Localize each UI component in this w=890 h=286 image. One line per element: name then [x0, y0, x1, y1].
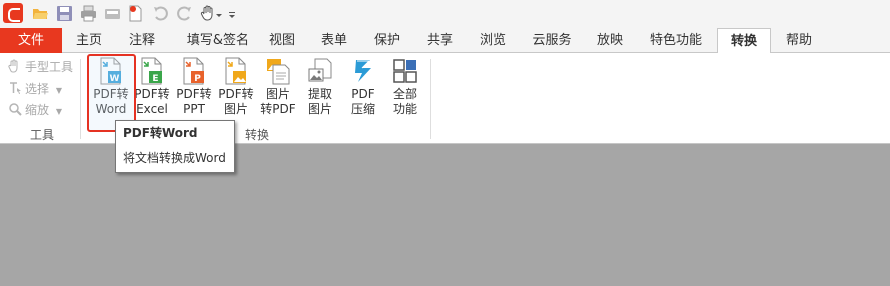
select-tool-label: 选择 [25, 82, 50, 96]
zoom-tool-label: 缩放 [25, 103, 50, 117]
save-icon[interactable] [56, 5, 73, 22]
tools-group-label: 工具 [30, 128, 55, 142]
menu-form[interactable]: 表单 [311, 28, 357, 53]
compress-icon [350, 57, 376, 85]
print-icon[interactable] [80, 5, 97, 22]
group-divider [80, 59, 81, 139]
pdf-to-excel-label-1: PDF转 [134, 87, 170, 101]
pdf-to-image-label-2: 图片 [223, 102, 248, 116]
menu-features[interactable]: 特色功能 [641, 28, 711, 53]
grid-icon [392, 57, 418, 85]
pdf-compress-label-1: PDF [351, 87, 375, 101]
pdf-to-ppt-icon: P [181, 57, 207, 85]
menu-cloud[interactable]: 云服务 [526, 28, 578, 53]
menu-home[interactable]: 主页 [66, 28, 112, 53]
menu-protect[interactable]: 保护 [364, 28, 410, 53]
pdf-to-image-label-1: PDF转 [218, 87, 254, 101]
menu-share[interactable]: 共享 [417, 28, 463, 53]
extract-images-button[interactable]: 提取 图片 [302, 57, 338, 117]
convert-group-label: 转换 [245, 128, 270, 142]
open-folder-icon[interactable] [32, 5, 49, 22]
menu-bar: 文件 主页 注释 填写&签名 视图 表单 保护 共享 浏览 云服务 放映 特色功… [0, 28, 890, 54]
redo-icon[interactable] [176, 5, 193, 22]
pdf-to-excel-label-2: Excel [136, 102, 168, 116]
menu-comment[interactable]: 注释 [117, 28, 167, 53]
all-functions-label-1: 全部 [392, 87, 417, 101]
scan-icon[interactable] [104, 5, 121, 22]
menu-view[interactable]: 视图 [260, 28, 304, 53]
quick-access-toolbar [0, 0, 890, 28]
chevron-down-icon: ▼ [55, 107, 62, 116]
pdf-to-excel-button[interactable]: E PDF转 Excel [134, 57, 170, 117]
image-to-pdf-label-1: 图片 [265, 87, 290, 101]
pdf-to-image-icon [223, 57, 249, 85]
tooltip-title: PDF转Word [123, 126, 198, 140]
menu-file[interactable]: 文件 [0, 28, 62, 53]
menu-fill-sign[interactable]: 填写&签名 [178, 28, 258, 53]
pdf-compress-label-2: 压缩 [350, 102, 375, 116]
zoom-tool-button[interactable]: 缩放 ▼ [8, 101, 62, 119]
svg-text:P: P [194, 74, 201, 84]
menu-convert[interactable]: 转换 [717, 28, 771, 54]
extract-images-label-2: 图片 [307, 102, 332, 116]
hand-tool-icon[interactable] [200, 5, 224, 22]
all-functions-label-2: 功能 [392, 102, 417, 116]
group-divider [430, 59, 431, 139]
zoom-icon [8, 102, 22, 116]
tooltip: PDF转Word 将文档转换成Word [115, 120, 235, 173]
extract-images-label-1: 提取 [307, 87, 332, 101]
undo-icon[interactable] [152, 5, 169, 22]
menu-help[interactable]: 帮助 [777, 28, 821, 53]
pdf-to-ppt-label-1: PDF转 [176, 87, 212, 101]
menu-slideshow[interactable]: 放映 [587, 28, 633, 53]
customize-icon[interactable] [227, 5, 237, 22]
extract-images-icon [307, 57, 333, 85]
chevron-down-icon: ▼ [55, 86, 62, 95]
all-functions-button[interactable]: 全部 功能 [387, 57, 423, 117]
hand-tool-label: 手型工具 [25, 60, 74, 74]
pdf-to-ppt-button[interactable]: P PDF转 PPT [176, 57, 212, 117]
menu-browse[interactable]: 浏览 [470, 28, 516, 53]
tooltip-description: 将文档转换成Word [123, 151, 226, 165]
select-text-icon [8, 81, 22, 95]
select-tool-button[interactable]: 选择 ▼ [8, 80, 62, 98]
hand-icon [8, 59, 22, 73]
image-to-pdf-icon [265, 57, 291, 85]
new-doc-icon[interactable] [127, 5, 144, 22]
svg-text:E: E [152, 74, 158, 84]
pdf-to-image-button[interactable]: PDF转 图片 [218, 57, 254, 117]
pdf-to-ppt-label-2: PPT [183, 102, 205, 116]
hand-tool-button[interactable]: 手型工具 [8, 58, 73, 76]
pdf-compress-button[interactable]: PDF 压缩 [345, 57, 381, 117]
image-to-pdf-button[interactable]: 图片 转PDF [260, 57, 296, 117]
pdf-to-excel-icon: E [139, 57, 165, 85]
image-to-pdf-label-2: 转PDF [260, 102, 296, 116]
app-logo-icon[interactable] [3, 3, 23, 23]
